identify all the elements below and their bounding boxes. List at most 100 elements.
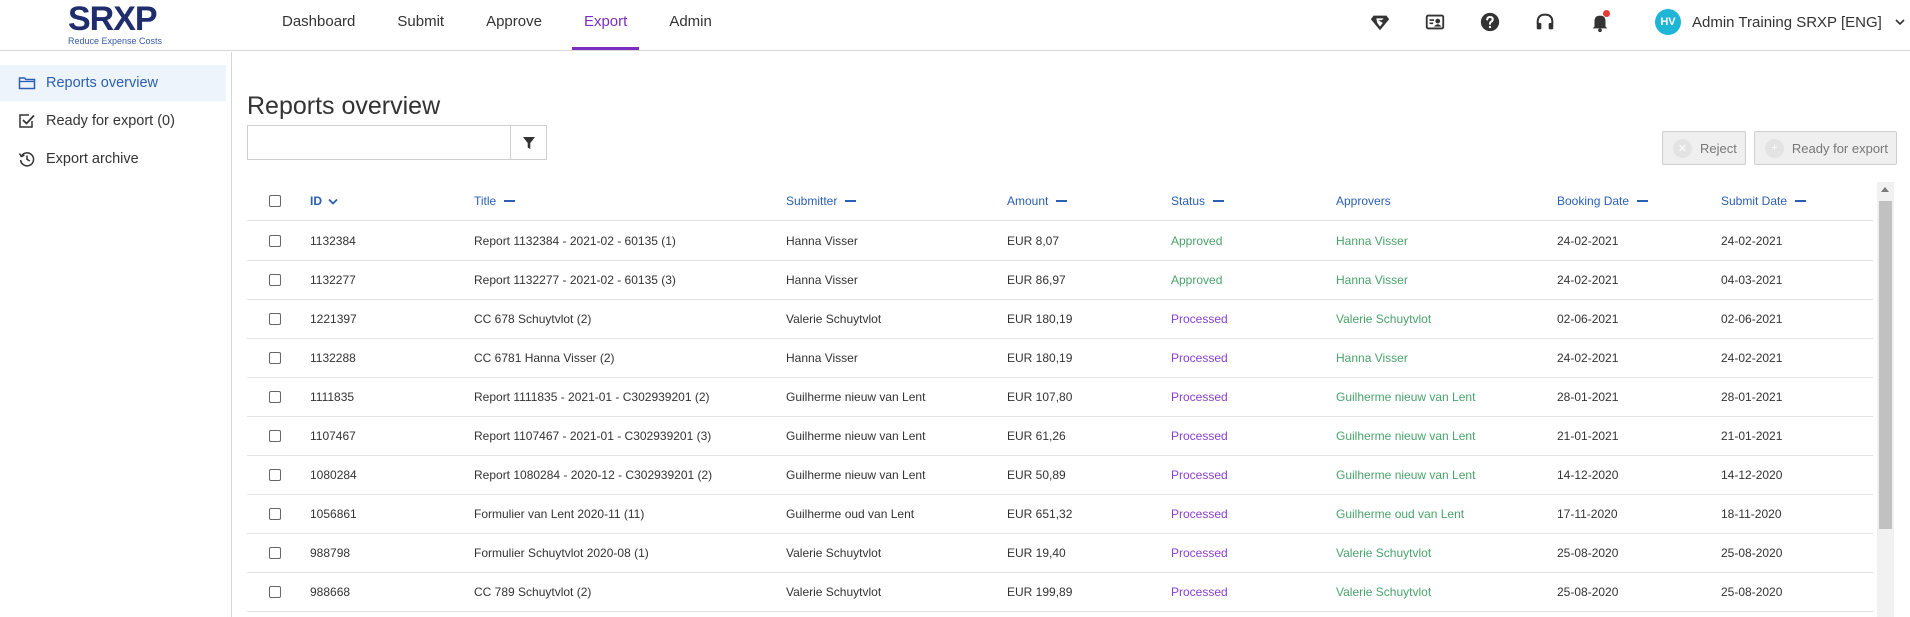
cell-approvers: Guilherme oud van Lent — [1336, 507, 1465, 521]
logo-tagline: Reduce Expense Costs — [68, 36, 163, 46]
column-header-status[interactable]: Status — [1171, 182, 1225, 221]
cell-booking-date: 24-02-2021 — [1557, 351, 1619, 365]
column-header-title[interactable]: Title — [474, 182, 516, 221]
history-icon — [18, 150, 36, 168]
cell-title: Report 1080284 - 2020-12 - C302939201 (2… — [474, 468, 713, 482]
column-header-submitter[interactable]: Submitter — [786, 182, 857, 221]
cell-submit-date: 18-11-2020 — [1721, 507, 1782, 521]
cell-id: 1080284 — [310, 468, 357, 482]
main-nav: Dashboard Submit Approve Export Admin — [270, 0, 742, 51]
cell-booking-date: 21-01-2021 — [1557, 429, 1619, 443]
cell-approvers: Hanna Visser — [1336, 234, 1408, 248]
table-row[interactable]: 1132288 CC 6781 Hanna Visser (2) Hanna Vis… — [247, 339, 1873, 378]
superman-icon[interactable] — [1366, 8, 1394, 36]
row-checkbox[interactable] — [269, 391, 281, 403]
srxp-logo[interactable]: SRXP Reduce Expense Costs — [68, 2, 168, 46]
ready-for-export-button[interactable]: + Ready for export — [1754, 131, 1897, 165]
notification-dot — [1603, 10, 1610, 17]
scroll-up-arrow-icon[interactable] — [1881, 187, 1889, 192]
cell-approvers: Valerie Schuytvlot — [1336, 585, 1432, 599]
table-scrollbar[interactable] — [1877, 182, 1894, 617]
row-checkbox[interactable] — [269, 469, 281, 481]
table-row[interactable]: 1080284 Report 1080284 - 2020-12 - C30293… — [247, 456, 1873, 495]
cell-amount: EUR 651,32 — [1007, 507, 1073, 521]
table-row[interactable]: 1107467 Report 1107467 - 2021-01 - C30293… — [247, 417, 1873, 456]
cell-submitter: Valerie Schuytvlot — [786, 312, 882, 326]
reports-table: ID Title Submitter Amount Status Approve… — [247, 182, 1873, 617]
table-row[interactable]: 1056861 Formulier van Lent 2020-11 (11) Gu… — [247, 495, 1873, 534]
row-checkbox[interactable] — [269, 430, 281, 442]
cell-title: CC 6781 Hanna Visser (2) — [474, 351, 615, 365]
cell-status: Processed — [1171, 546, 1228, 560]
cell-approvers: Guilherme nieuw van Lent — [1336, 390, 1476, 404]
sort-none-icon — [1056, 199, 1068, 202]
select-all-checkbox[interactable] — [269, 195, 281, 207]
folder-icon — [18, 74, 36, 92]
cell-submitter: Valerie Schuytvlot — [786, 546, 882, 560]
table-row[interactable]: 1132277 Report 1132277 - 2021-02 - 60135 … — [247, 261, 1873, 300]
nav-export[interactable]: Export — [571, 0, 640, 51]
filter-button[interactable] — [510, 126, 547, 159]
row-checkbox[interactable] — [269, 274, 281, 286]
row-checkbox[interactable] — [269, 508, 281, 520]
top-icon-group — [1366, 8, 1641, 36]
cell-amount: EUR 19,40 — [1007, 546, 1066, 560]
cell-booking-date: 24-02-2021 — [1557, 273, 1619, 287]
bell-icon[interactable] — [1586, 8, 1614, 36]
cell-status: Approved — [1171, 273, 1223, 287]
row-checkbox[interactable] — [269, 235, 281, 247]
nav-submit[interactable]: Submit — [385, 0, 456, 51]
row-checkbox[interactable] — [269, 352, 281, 364]
cell-id: 1132277 — [310, 273, 356, 287]
cell-submitter: Guilherme nieuw van Lent — [786, 468, 926, 482]
column-header-id[interactable]: ID — [310, 182, 338, 221]
table-row[interactable]: 1221397 CC 678 Schuytvlot (2) Valerie Schu… — [247, 300, 1873, 339]
sidebar-item-ready-for-export[interactable]: Ready for export (0) — [0, 103, 226, 139]
search-input[interactable] — [248, 126, 510, 159]
reject-button[interactable]: ✕ Reject — [1662, 131, 1746, 165]
close-circle-icon: ✕ — [1673, 138, 1692, 158]
sort-none-icon — [1213, 199, 1225, 202]
cell-submitter: Hanna Visser — [786, 273, 858, 287]
headset-icon[interactable] — [1531, 8, 1559, 36]
cell-amount: EUR 180,19 — [1007, 351, 1073, 365]
sidebar-item-reports-overview[interactable]: Reports overview — [0, 65, 226, 101]
table-row[interactable]: 988668 CC 789 Schuytvlot (2) Valerie Schuy… — [247, 573, 1873, 612]
cell-approvers: Valerie Schuytvlot — [1336, 546, 1432, 560]
cell-submit-date: 21-01-2021 — [1721, 429, 1783, 443]
cell-booking-date: 25-08-2020 — [1557, 585, 1619, 599]
chevron-down-icon — [1895, 19, 1905, 26]
cell-booking-date: 28-01-2021 — [1557, 390, 1619, 404]
column-header-booking-date[interactable]: Booking Date — [1557, 182, 1649, 221]
logo-wordmark: SRXP — [68, 0, 158, 38]
cell-title: Report 1111835 - 2021-01 - C302939201 (2… — [474, 390, 710, 404]
column-header-submit-date[interactable]: Submit Date — [1721, 182, 1807, 221]
cell-approvers: Valerie Schuytvlot — [1336, 312, 1432, 326]
cell-id: 988668 — [310, 585, 351, 599]
table-row[interactable]: 1111835 Report 1111835 - 2021-01 - C30293… — [247, 378, 1873, 417]
row-checkbox[interactable] — [269, 547, 281, 559]
sidebar-item-label: Reports overview — [46, 75, 159, 91]
cell-submitter: Guilherme nieuw van Lent — [786, 429, 926, 443]
id-card-icon[interactable] — [1421, 8, 1449, 36]
nav-dashboard[interactable]: Dashboard — [270, 0, 367, 51]
sort-desc-icon — [328, 198, 338, 205]
cell-approvers: Guilherme nieuw van Lent — [1336, 429, 1476, 443]
cell-amount: EUR 8,07 — [1007, 234, 1060, 248]
table-row[interactable]: 988798 Formulier Schuytvlot 2020-08 (1) Va… — [247, 534, 1873, 573]
cell-amount: EUR 50,89 — [1007, 468, 1066, 482]
nav-admin[interactable]: Admin — [657, 0, 724, 51]
row-checkbox[interactable] — [269, 313, 281, 325]
help-icon[interactable] — [1476, 8, 1504, 36]
nav-approve[interactable]: Approve — [474, 0, 554, 51]
scroll-thumb[interactable] — [1879, 201, 1892, 529]
cell-submitter: Guilherme nieuw van Lent — [786, 390, 926, 404]
avatar: HV — [1655, 9, 1681, 35]
column-header-amount[interactable]: Amount — [1007, 182, 1068, 221]
cell-submitter: Guilherme oud van Lent — [786, 507, 915, 521]
sidebar-item-export-archive[interactable]: Export archive — [0, 141, 226, 177]
table-row[interactable]: 1132384 Report 1132384 - 2021-02 - 60135 … — [247, 222, 1873, 261]
user-menu[interactable]: HV Admin Training SRXP [ENG] — [1655, 9, 1906, 35]
row-checkbox[interactable] — [269, 586, 281, 598]
add-circle-icon: + — [1765, 138, 1784, 158]
